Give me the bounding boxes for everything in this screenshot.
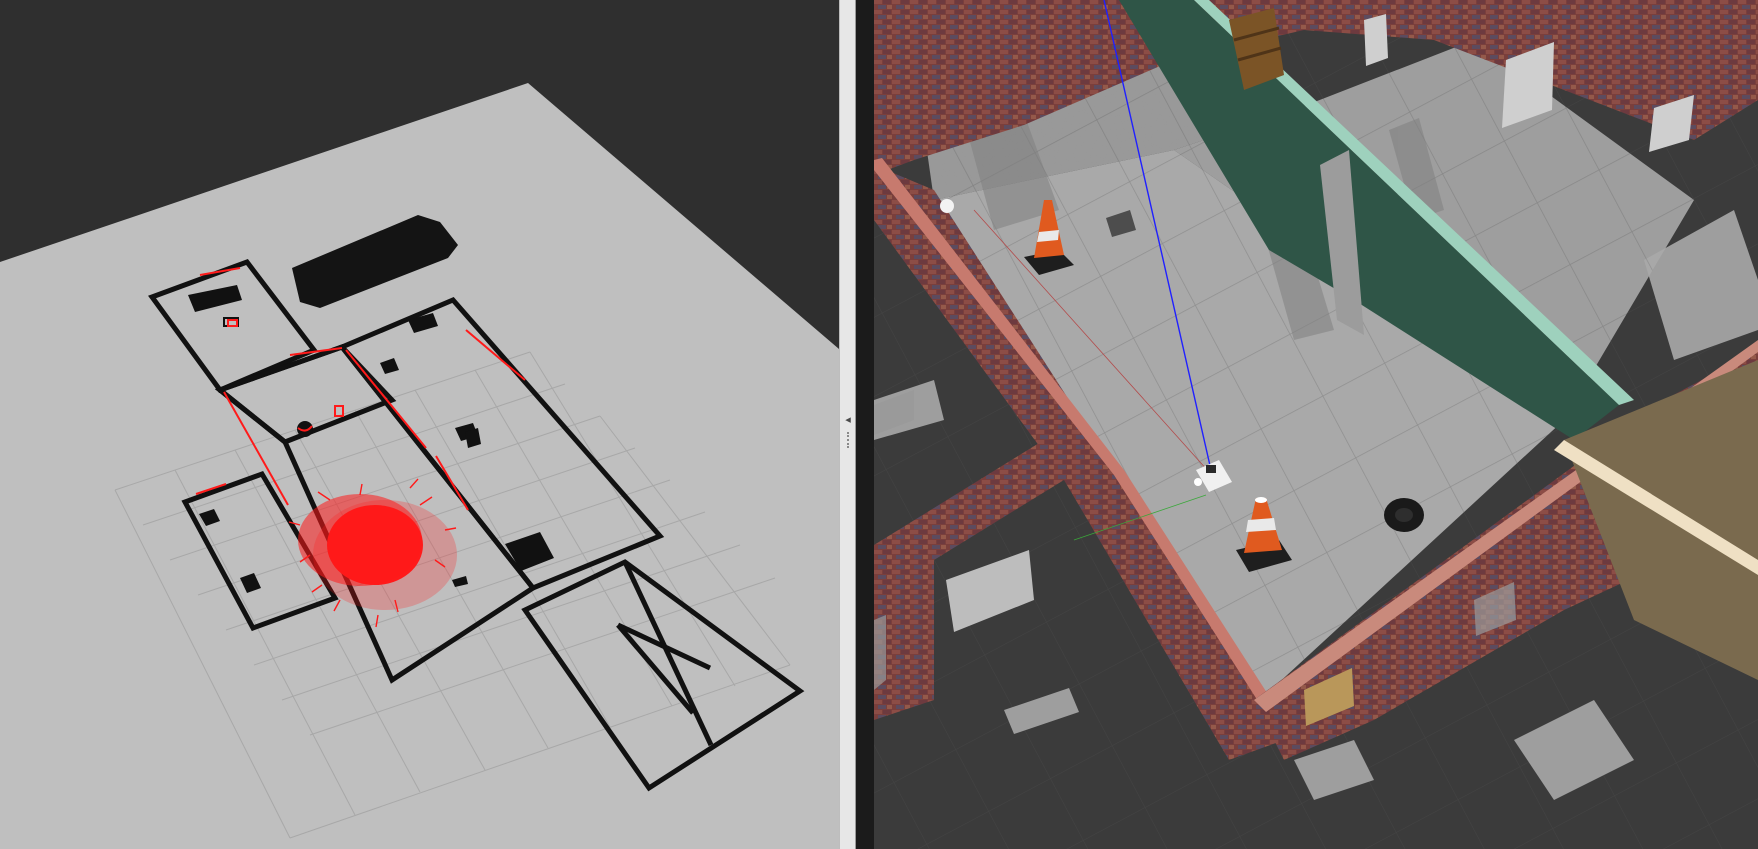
- splitter-grip: [847, 432, 851, 448]
- map-ground-plane: [0, 83, 839, 849]
- gazebo-scene[interactable]: [874, 0, 1758, 849]
- gazebo-3d-view[interactable]: [874, 0, 1758, 849]
- rviz-scene[interactable]: [0, 0, 839, 849]
- tire: [1384, 498, 1424, 532]
- view-splitter[interactable]: ◂: [839, 0, 856, 849]
- collapse-arrow-icon: ◂: [845, 413, 851, 426]
- splitter-handle[interactable]: ◂: [841, 410, 855, 430]
- white-ball: [940, 199, 954, 213]
- gazebo-viewport-edge: [856, 0, 874, 849]
- rviz-3d-view[interactable]: [0, 0, 839, 849]
